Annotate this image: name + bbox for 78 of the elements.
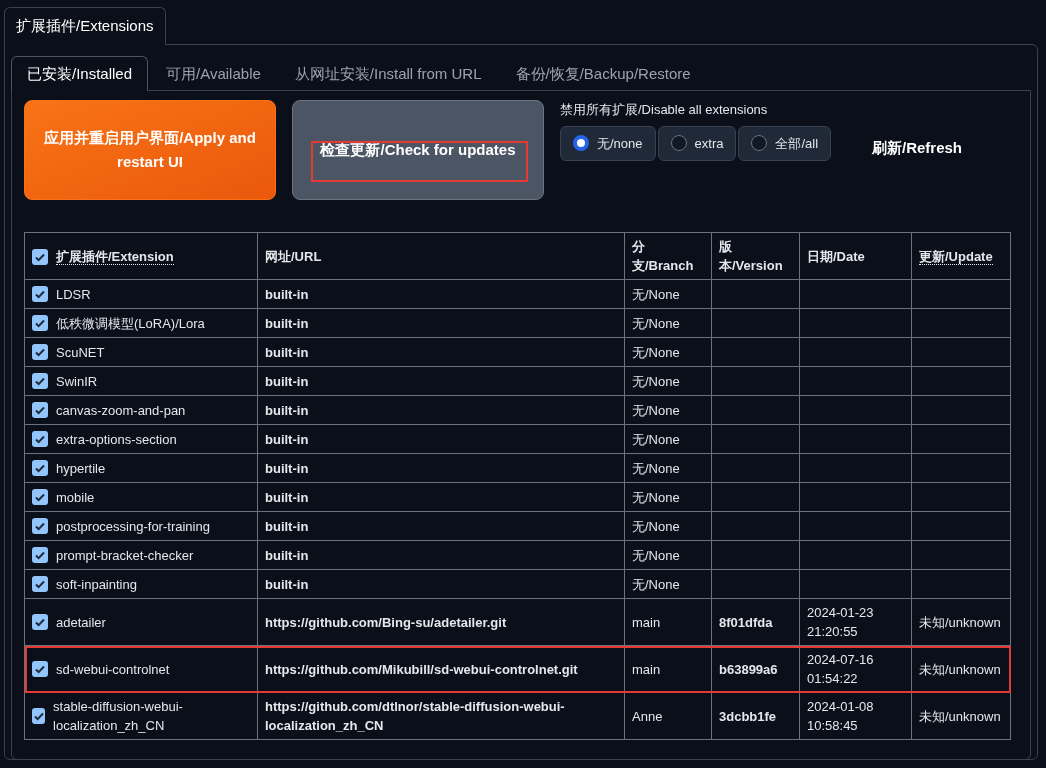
tab[interactable]: 已安装/Installed: [11, 55, 149, 91]
extension-name: adetailer: [56, 613, 106, 632]
checkbox[interactable]: [32, 431, 48, 447]
radio-group-label: 禁用所有扩展/Disable all extensions: [560, 101, 769, 119]
checkbox[interactable]: [32, 286, 48, 302]
column-header: 版本/Version: [711, 232, 800, 280]
tab[interactable]: 可用/Available: [150, 55, 277, 91]
tab[interactable]: 备份/恢复/Backup/Restore: [499, 55, 707, 91]
extension-name: ScuNET: [56, 343, 105, 362]
checkbox[interactable]: [32, 460, 48, 476]
table-cell: 无/None: [624, 540, 712, 570]
checkbox[interactable]: [32, 373, 48, 389]
table-cell: Anne: [624, 692, 712, 740]
extension-name: extra-options-section: [56, 430, 177, 449]
extension-name: LDSR: [56, 285, 91, 304]
extension-name: mobile: [56, 488, 95, 507]
table-cell: built-in: [257, 308, 625, 338]
table-cell: 3dcbb1fe: [711, 692, 800, 740]
table-cell: built-in: [257, 337, 625, 367]
table-cell: 无/None: [624, 482, 712, 512]
table-cell: 8f01dfda: [711, 598, 800, 646]
table-cell: built-in: [257, 395, 625, 425]
table-cell: 无/None: [624, 308, 712, 338]
table-cell: built-in: [257, 482, 625, 512]
check-updates-button[interactable]: 检查更新/Check for updates: [292, 100, 544, 200]
extension-name: postprocessing-for-training: [56, 517, 210, 536]
column-header: 日期/Date: [799, 232, 912, 280]
table-cell: https://github.com/Bing-su/adetailer.git: [257, 598, 625, 646]
extension-name: canvas-zoom-and-pan: [56, 401, 186, 420]
table-cell: 无/None: [624, 569, 712, 599]
table-cell: built-in: [257, 511, 625, 541]
radio-option[interactable]: 无/none: [560, 125, 656, 161]
tab[interactable]: 从网址安装/Install from URL: [278, 55, 498, 91]
table-cell: 无/None: [624, 279, 712, 309]
table-cell: 未知/unknown: [911, 692, 1011, 740]
checkbox[interactable]: [32, 661, 48, 677]
table-cell: 无/None: [624, 511, 712, 541]
column-header: 更新/Update: [919, 248, 993, 265]
table-cell: 未知/unknown: [911, 598, 1011, 646]
table-cell: 2024-01-08 10:58:45: [799, 692, 912, 740]
main-tab[interactable]: 扩展插件/Extensions: [4, 7, 166, 45]
extension-name: SwinIR: [56, 372, 98, 391]
table-cell: 无/None: [624, 453, 712, 483]
radio-option[interactable]: extra: [657, 125, 737, 161]
table-cell: 无/None: [624, 366, 712, 396]
checkbox[interactable]: [32, 315, 48, 331]
table-cell: built-in: [257, 424, 625, 454]
refresh-button[interactable]: 刷新/Refresh: [866, 136, 969, 161]
table-cell: main: [624, 598, 712, 646]
checkbox[interactable]: [32, 614, 48, 630]
table-cell: built-in: [257, 540, 625, 570]
extension-name: soft-inpainting: [56, 575, 137, 594]
extension-name: stable-diffusion-webui-localization_zh_CN: [53, 698, 184, 735]
column-header: 网址/URL: [257, 232, 625, 280]
checkbox[interactable]: [32, 576, 48, 592]
table-cell: 无/None: [624, 395, 712, 425]
table-cell: built-in: [257, 366, 625, 396]
table-cell: built-in: [257, 453, 625, 483]
extension-name: hypertile: [56, 459, 106, 478]
extension-name: sd-webui-controlnet: [56, 660, 170, 679]
checkbox[interactable]: [32, 547, 48, 563]
checkbox[interactable]: [32, 518, 48, 534]
checkbox[interactable]: [32, 402, 48, 418]
radio-option[interactable]: 全部/all: [738, 125, 832, 161]
extension-name: prompt-bracket-checker: [56, 546, 194, 565]
table-cell: built-in: [257, 279, 625, 309]
table-cell: built-in: [257, 569, 625, 599]
table-cell: 无/None: [624, 337, 712, 367]
checkbox[interactable]: [32, 708, 46, 724]
table-cell: 2024-01-23 21:20:55: [799, 598, 912, 646]
column-header: 扩展插件/Extension: [56, 248, 174, 265]
extension-name: 低秩微调模型(LoRA)/Lora: [56, 314, 205, 333]
column-header: 分支/Branch: [624, 232, 712, 280]
table-cell: 无/None: [624, 424, 712, 454]
table-cell: https://github.com/dtlnor/stable-diffusion-webui-localization_zh_CN: [257, 692, 625, 740]
checkbox[interactable]: [32, 249, 48, 266]
checkbox[interactable]: [32, 344, 48, 360]
checkbox[interactable]: [32, 489, 48, 505]
